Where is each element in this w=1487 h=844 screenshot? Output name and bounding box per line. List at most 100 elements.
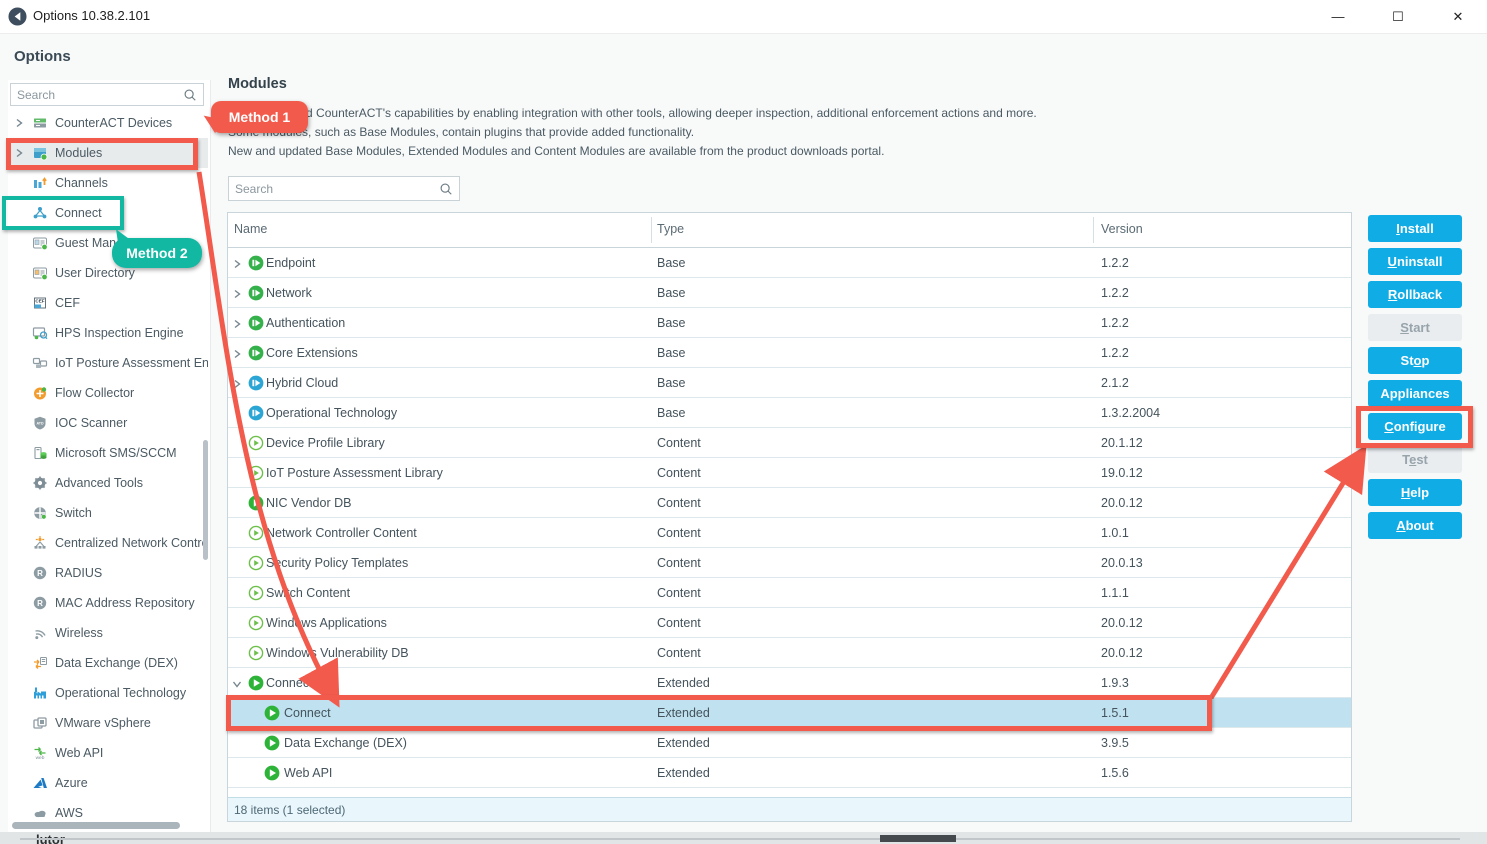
table-row-web-api[interactable]: Web APIExtended1.5.6 [228,758,1351,788]
chevron-down-icon[interactable] [232,678,246,692]
column-header-type[interactable]: Type [657,222,684,236]
module-play-green-icon [264,765,280,781]
module-version: 1.5.6 [1101,766,1129,780]
module-version: 1.5.1 [1101,706,1129,720]
background-window-strip: lutor [0,832,1487,844]
sidebar-item-operational-technology[interactable]: Operational Technology [8,678,208,708]
module-version: 1.2.2 [1101,316,1129,330]
module-version: 1.2.2 [1101,256,1129,270]
sidebar-item-hps-inspection-engine[interactable]: HPS Inspection Engine [8,318,208,348]
appliances-button[interactable]: Appliances [1368,380,1462,407]
sidebar-item-centralized-network-controller[interactable]: Centralized Network Controller [8,528,208,558]
table-row-operational-technology[interactable]: Operational TechnologyBase1.3.2.2004 [228,398,1351,428]
table-row-windows-vulnerability-db[interactable]: Windows Vulnerability DBContent20.0.12 [228,638,1351,668]
advanced-tools-icon [32,475,49,492]
sidebar-item-mac-address-repository[interactable]: RMAC Address Repository [8,588,208,618]
maximize-button[interactable]: ☐ [1375,0,1421,33]
table-row-network-controller-content[interactable]: Network Controller ContentContent1.0.1 [228,518,1351,548]
table-row-security-policy-templates[interactable]: Security Policy TemplatesContent20.0.13 [228,548,1351,578]
sidebar-item-label: CounterACT Devices [55,116,172,130]
sidebar-item-data-exchange-dex[interactable]: Data Exchange (DEX) [8,648,208,678]
sidebar-item-iot-posture-assessment-engine[interactable]: IoT Posture Assessment Engine [8,348,208,378]
channels-icon [32,175,49,192]
sidebar-item-label: MAC Address Repository [55,596,195,610]
module-type: Content [657,436,701,450]
help-button[interactable]: Help [1368,479,1462,506]
table-row-nic-vendor-db[interactable]: NIC Vendor DBContent20.0.12 [228,488,1351,518]
modules-icon [32,145,49,162]
table-row-authentication[interactable]: AuthenticationBase1.2.2 [228,308,1351,338]
sidebar-horizontal-scrollbar[interactable] [12,822,180,829]
module-version: 1.0.1 [1101,526,1129,540]
table-row-data-exchange-dex[interactable]: Data Exchange (DEX)Extended3.9.5 [228,728,1351,758]
table-row-endpoint[interactable]: EndpointBase1.2.2 [228,248,1351,278]
sidebar-item-web-api[interactable]: webWeb API [8,738,208,768]
module-name: Connect [284,706,331,720]
install-button[interactable]: Install [1368,215,1462,242]
rollback-button[interactable]: Rollback [1368,281,1462,308]
stop-button[interactable]: Stop [1368,347,1462,374]
sidebar-item-counteract-devices[interactable]: CounterACT Devices [8,108,208,138]
table-row-network[interactable]: NetworkBase1.2.2 [228,278,1351,308]
table-row-device-profile-library[interactable]: Device Profile LibraryContent20.1.12 [228,428,1351,458]
configure-button[interactable]: Configure [1368,413,1462,440]
module-running-blue-icon [248,375,264,391]
sidebar-item-microsoft-sms-sccm[interactable]: Microsoft SMS/SCCM [8,438,208,468]
sidebar-item-user-directory[interactable]: User Directory [8,258,208,288]
sidebar-item-label: Channels [55,176,108,190]
module-name: Security Policy Templates [266,556,408,570]
column-header-name[interactable]: Name [234,222,267,236]
chevron-right-icon[interactable] [232,378,246,392]
uninstall-button[interactable]: Uninstall [1368,248,1462,275]
sidebar-vertical-scrollbar[interactable] [203,440,208,560]
sidebar-search-input[interactable] [11,88,183,102]
table-row-switch-content[interactable]: Switch ContentContent1.1.1 [228,578,1351,608]
table-row-windows-applications[interactable]: Windows ApplicationsContent20.0.12 [228,608,1351,638]
sidebar-item-label: HPS Inspection Engine [55,326,184,340]
column-divider [1093,217,1094,243]
sidebar-item-switch[interactable]: Switch [8,498,208,528]
module-version: 20.0.12 [1101,496,1143,510]
sidebar-item-advanced-tools[interactable]: Advanced Tools [8,468,208,498]
flow-collector-icon [32,385,49,402]
sidebar-item-azure[interactable]: Azure [8,768,208,798]
sidebar-item-flow-collector[interactable]: Flow Collector [8,378,208,408]
chevron-right-icon[interactable] [232,318,246,332]
module-name: IoT Posture Assessment Library [266,466,443,480]
sidebar-item-modules[interactable]: Modules [8,138,208,168]
module-running-blue-icon [248,405,264,421]
sidebar-item-wireless[interactable]: Wireless [8,618,208,648]
column-header-version[interactable]: Version [1101,222,1143,236]
user-directory-icon [32,265,49,282]
table-row-hybrid-cloud[interactable]: Hybrid CloudBase2.1.2 [228,368,1351,398]
chevron-right-icon[interactable] [232,258,246,272]
table-rows: EndpointBase1.2.2NetworkBase1.2.2Authent… [228,248,1351,788]
chevron-right-icon[interactable] [232,288,246,302]
minimize-button[interactable]: — [1315,0,1361,33]
column-divider [651,217,652,243]
about-button[interactable]: About [1368,512,1462,539]
table-row-connect[interactable]: ConnectExtended1.9.3 [228,668,1351,698]
operational-technology-icon [32,685,49,702]
module-version: 1.9.3 [1101,676,1129,690]
chevron-right-icon[interactable] [232,348,246,362]
sidebar-item-label: Advanced Tools [55,476,143,490]
module-type: Base [657,346,686,360]
close-button[interactable]: ✕ [1435,0,1481,33]
sidebar-item-radius[interactable]: RRADIUS [8,558,208,588]
sidebar-item-vmware-vsphere[interactable]: VMware vSphere [8,708,208,738]
table-row-connect[interactable]: ConnectExtended1.5.1 [228,698,1351,728]
sidebar-item-ioc-scanner[interactable]: ATDIOC Scanner [8,408,208,438]
sidebar-item-guest-management[interactable]: Guest Management [8,228,208,258]
module-type: Content [657,466,701,480]
sidebar-item-cef[interactable]: CEFCEF [8,288,208,318]
module-version: 3.9.5 [1101,736,1129,750]
chevron-right-icon[interactable] [14,118,32,128]
modules-search-input[interactable] [229,182,439,196]
table-row-core-extensions[interactable]: Core ExtensionsBase1.2.2 [228,338,1351,368]
sidebar-item-connect[interactable]: Connect [8,198,208,228]
sidebar-item-aws[interactable]: AWS [8,798,208,822]
table-row-iot-posture-assessment-library[interactable]: IoT Posture Assessment LibraryContent19.… [228,458,1351,488]
sidebar-item-channels[interactable]: Channels [8,168,208,198]
chevron-right-icon[interactable] [14,148,32,158]
